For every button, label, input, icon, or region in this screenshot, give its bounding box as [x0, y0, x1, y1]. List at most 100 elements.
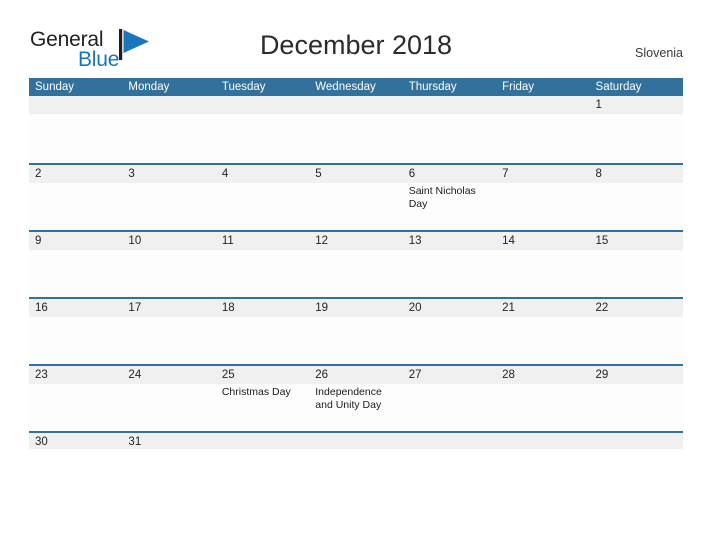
day-number[interactable]: 6 — [403, 165, 496, 183]
day-events-band — [29, 114, 683, 161]
day-cell[interactable] — [29, 183, 122, 230]
day-events-band — [29, 317, 683, 364]
day-cell[interactable] — [403, 317, 496, 364]
day-number[interactable]: 23 — [29, 366, 122, 384]
day-number[interactable] — [590, 433, 683, 449]
day-number[interactable]: 21 — [496, 299, 589, 317]
weekday-header-saturday: Saturday — [595, 81, 642, 93]
day-number[interactable]: 8 — [590, 165, 683, 183]
day-cell[interactable] — [29, 250, 122, 297]
day-cell[interactable] — [496, 250, 589, 297]
day-cell[interactable] — [122, 114, 215, 161]
day-number[interactable] — [403, 433, 496, 449]
day-events-band: Christmas Day Independence and Unity Day — [29, 384, 683, 431]
day-cell[interactable] — [122, 250, 215, 297]
day-cell[interactable] — [590, 183, 683, 230]
day-cell[interactable] — [29, 384, 122, 431]
day-number[interactable]: 3 — [122, 165, 215, 183]
country-label: Slovenia — [635, 46, 683, 60]
day-number[interactable] — [309, 96, 402, 114]
day-number[interactable]: 17 — [122, 299, 215, 317]
day-cell[interactable] — [496, 384, 589, 431]
day-cell[interactable] — [309, 317, 402, 364]
weekday-header-thursday: Thursday — [408, 81, 457, 93]
day-number[interactable]: 22 — [590, 299, 683, 317]
day-number-band: 9 10 11 12 13 14 15 — [29, 232, 683, 250]
day-number[interactable]: 20 — [403, 299, 496, 317]
day-cell[interactable] — [590, 384, 683, 431]
day-cell[interactable] — [29, 317, 122, 364]
day-number[interactable]: 10 — [122, 232, 215, 250]
day-cell[interactable] — [590, 317, 683, 364]
day-cell[interactable] — [216, 317, 309, 364]
day-number[interactable]: 31 — [122, 433, 215, 449]
week-row: 23 24 25 26 27 28 29 Christmas Day Indep… — [29, 364, 683, 431]
week-row: 1 — [29, 96, 683, 163]
day-number[interactable] — [122, 96, 215, 114]
day-number[interactable] — [216, 433, 309, 449]
day-cell[interactable] — [496, 317, 589, 364]
day-cell[interactable] — [496, 183, 589, 230]
day-cell[interactable]: Independence and Unity Day — [309, 384, 402, 431]
day-number[interactable] — [29, 96, 122, 114]
day-number[interactable] — [216, 96, 309, 114]
day-number-band: 16 17 18 19 20 21 22 — [29, 299, 683, 317]
day-events-band — [29, 250, 683, 297]
day-number[interactable]: 30 — [29, 433, 122, 449]
day-cell[interactable] — [309, 183, 402, 230]
day-cell[interactable] — [496, 114, 589, 161]
day-number-band: 2 3 4 5 6 7 8 — [29, 165, 683, 183]
week-row: 9 10 11 12 13 14 15 — [29, 230, 683, 297]
weekday-header-row: Sunday Monday Tuesday Wednesday Thursday… — [29, 78, 683, 96]
day-cell[interactable]: Saint Nicholas Day — [403, 183, 496, 230]
day-number[interactable]: 29 — [590, 366, 683, 384]
day-cell[interactable] — [403, 114, 496, 161]
day-number[interactable]: 15 — [590, 232, 683, 250]
day-number[interactable]: 7 — [496, 165, 589, 183]
day-number[interactable]: 12 — [309, 232, 402, 250]
day-cell[interactable] — [122, 384, 215, 431]
weekday-header-sunday: Sunday — [35, 81, 75, 93]
day-number[interactable]: 18 — [216, 299, 309, 317]
day-cell[interactable] — [216, 250, 309, 297]
day-number[interactable] — [496, 96, 589, 114]
day-number[interactable]: 16 — [29, 299, 122, 317]
day-number[interactable]: 11 — [216, 232, 309, 250]
weekday-header-monday: Monday — [128, 81, 170, 93]
day-cell[interactable] — [122, 317, 215, 364]
day-number[interactable]: 9 — [29, 232, 122, 250]
day-number[interactable]: 26 — [309, 366, 402, 384]
day-number[interactable] — [496, 433, 589, 449]
day-cell[interactable] — [216, 183, 309, 230]
day-cell[interactable] — [309, 250, 402, 297]
day-number[interactable]: 14 — [496, 232, 589, 250]
day-cell[interactable]: Christmas Day — [216, 384, 309, 431]
weekday-header-tuesday: Tuesday — [221, 81, 266, 93]
day-number-band: 30 31 — [29, 433, 683, 449]
weekday-header-wednesday: Wednesday — [315, 81, 376, 93]
page-header: General Blue December 2018 Slovenia — [0, 0, 712, 74]
day-cell[interactable] — [590, 250, 683, 297]
day-number[interactable]: 2 — [29, 165, 122, 183]
day-number[interactable]: 27 — [403, 366, 496, 384]
day-number[interactable] — [309, 433, 402, 449]
day-number[interactable]: 4 — [216, 165, 309, 183]
week-row: 2 3 4 5 6 7 8 Saint Nicholas Day — [29, 163, 683, 230]
day-number[interactable]: 25 — [216, 366, 309, 384]
day-number[interactable]: 19 — [309, 299, 402, 317]
day-number[interactable]: 5 — [309, 165, 402, 183]
day-event-text: Christmas Day — [221, 386, 291, 398]
day-cell[interactable] — [122, 183, 215, 230]
day-cell[interactable] — [403, 384, 496, 431]
day-number[interactable]: 28 — [496, 366, 589, 384]
day-cell[interactable] — [403, 250, 496, 297]
day-event-text: Independence and Unity Day — [315, 386, 382, 411]
day-cell[interactable] — [590, 114, 683, 161]
day-cell[interactable] — [216, 114, 309, 161]
day-cell[interactable] — [309, 114, 402, 161]
day-number[interactable]: 13 — [403, 232, 496, 250]
day-number[interactable] — [403, 96, 496, 114]
day-number[interactable]: 24 — [122, 366, 215, 384]
day-number[interactable]: 1 — [590, 96, 683, 114]
day-cell[interactable] — [29, 114, 122, 161]
